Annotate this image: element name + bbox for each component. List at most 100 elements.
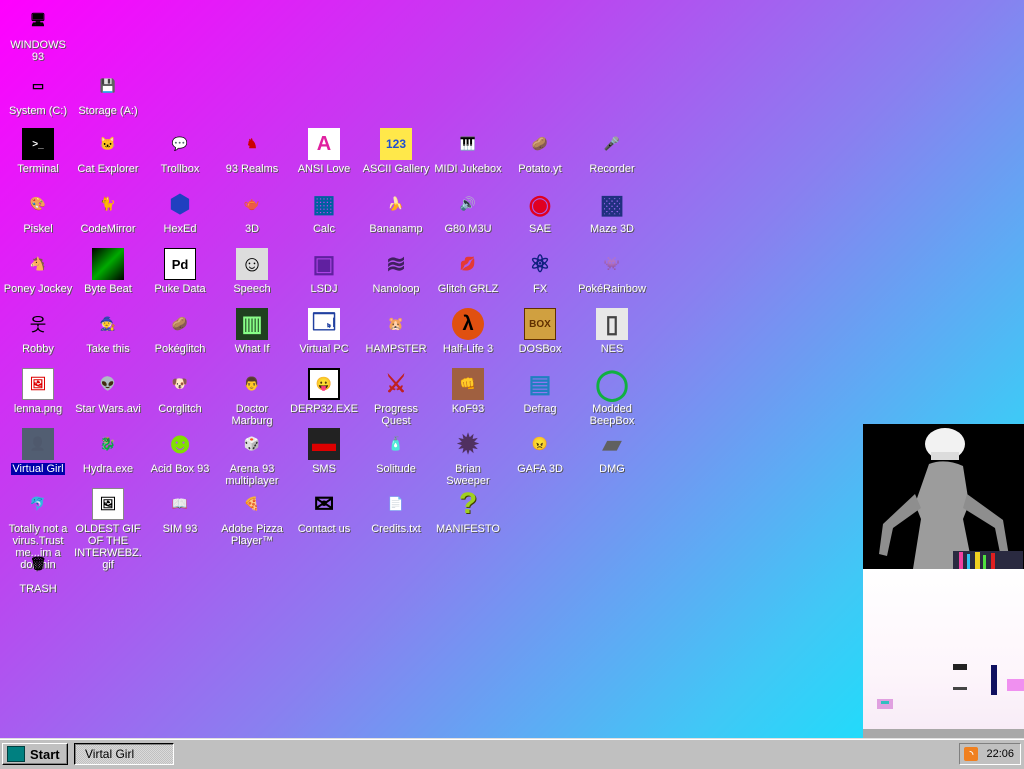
fx-icon-item[interactable]: ⚛ FX <box>504 248 576 296</box>
contact-us-icon-item[interactable]: ✉ Contact us <box>288 488 360 536</box>
oldest-gif-icon-item[interactable]: 🖼 OLDEST GIF OF THE INTERWEBZ.gif <box>72 488 144 571</box>
kof93-icon-item[interactable]: 👊 KoF93 <box>432 368 504 415</box>
icon-label: Take this <box>86 343 130 355</box>
derp32-exe-icon-item[interactable]: 😛 DERP32.EXE <box>288 368 360 415</box>
image-file-icon: 🖼 <box>22 368 54 400</box>
nanoloop-icon-item[interactable]: ≋ Nanoloop <box>360 248 432 296</box>
g80-m3u-icon-item[interactable]: 🔊 G80.M3U <box>432 188 504 235</box>
star-wars-avi-icon-item[interactable]: 👽 Star Wars.avi <box>72 368 144 415</box>
ansi-love-icon-item[interactable]: A ANSI Love <box>288 128 360 175</box>
windows93-icon-item[interactable]: 🖥 WINDOWS 93 <box>2 4 74 63</box>
codemirror-icon-item[interactable]: 🐈 CodeMirror <box>72 188 144 235</box>
icon-label: Cat Explorer <box>77 163 139 175</box>
brian-sweeper-icon-item[interactable]: ✹ Brian Sweeper <box>432 428 504 488</box>
recorder-icon-item[interactable]: 🎤 Recorder <box>576 128 648 175</box>
sim-93-icon-item[interactable]: 📖 SIM 93 <box>144 488 216 535</box>
icon-label: Potato.yt <box>518 163 562 175</box>
nes-icon-item[interactable]: ▯ NES <box>576 308 648 355</box>
half-life-3-icon-item[interactable]: λ Half-Life 3 <box>432 308 504 355</box>
hexed-icon-item[interactable]: ⬢ HexEd <box>144 188 216 236</box>
byte-beat-icon-item[interactable]: ▚ Byte Beat <box>72 248 144 295</box>
teapot-icon: 🫖 <box>243 196 261 211</box>
icon-label: Virtual Girl <box>11 463 65 475</box>
icon-label: Puke Data <box>154 283 206 295</box>
defrag-icon-item[interactable]: ▤ Defrag <box>504 368 576 416</box>
speech-icon-item[interactable]: ☺ Speech <box>216 248 288 295</box>
corgi-icon: 🐶 <box>171 376 189 391</box>
arena-93-icon-item[interactable]: 🎲 Arena 93 multiplayer <box>216 428 288 487</box>
take-this-icon-item[interactable]: 🧙 Take this <box>72 308 144 355</box>
virtual-girl-video-window[interactable] <box>863 424 1024 743</box>
lenna-png-icon-item[interactable]: 🖼 lenna.png <box>2 368 74 415</box>
ascii-gallery-icon-item[interactable]: 123 ASCII Gallery <box>360 128 432 175</box>
taskbar-window-button[interactable]: Virtal Girl <box>74 743 174 765</box>
sae-icon-item[interactable]: ◉ SAE <box>504 188 576 236</box>
icon-label: FX <box>532 283 548 295</box>
glitch-grlz-icon-item[interactable]: 💋 Glitch GRLZ <box>432 248 504 295</box>
solitude-icon-item[interactable]: 🧴 Solitude <box>360 428 432 475</box>
start-button[interactable]: Start <box>2 743 68 765</box>
3d-icon-item[interactable]: 🫖 3D <box>216 188 288 235</box>
ring-icon: ◯ <box>595 367 629 401</box>
poney-jockey-icon-item[interactable]: 🐴 Poney Jockey <box>2 248 74 295</box>
icon-label: Virtual PC <box>299 343 349 355</box>
virtual-pc-icon-item[interactable]: 🗔 Virtual PC <box>288 308 360 355</box>
yoda-icon: 👽 <box>99 376 117 391</box>
calc-icon-item[interactable]: ▦ Calc <box>288 188 360 236</box>
icon-label: DERP32.EXE <box>290 403 358 415</box>
pokerainbow-icon-item[interactable]: 👾 PokéRainbow <box>576 248 648 295</box>
piskel-icon-item[interactable]: 🎨 Piskel <box>2 188 74 235</box>
gameboy-icon: ▣ <box>312 250 336 278</box>
corglitch-icon-item[interactable]: 🐶 Corglitch <box>144 368 216 415</box>
dosbox-icon-item[interactable]: BOX DOSBox <box>504 308 576 355</box>
rss-icon[interactable]: ◝ <box>964 747 979 761</box>
terminal-icon-item[interactable]: >_ Terminal <box>2 128 74 175</box>
progress-quest-icon-item[interactable]: ⚔ Progress Quest <box>360 368 432 428</box>
window-icon: 🗔 <box>308 308 340 340</box>
hampster-icon-item[interactable]: 🐹 HAMPSTER <box>360 308 432 355</box>
banana-icon: 🍌 <box>387 196 405 211</box>
floppy-drive-icon: 💾 <box>99 78 117 93</box>
robby-icon-item[interactable]: 웃 Robby <box>2 308 74 355</box>
credits-txt-icon-item[interactable]: 📄 Credits.txt <box>360 488 432 535</box>
doctor-marburg-icon-item[interactable]: 👨 Doctor Marburg <box>216 368 288 427</box>
icon-label: Progress Quest <box>373 403 419 427</box>
defrag-blocks-icon: ▤ <box>528 370 552 398</box>
bananamp-icon-item[interactable]: 🍌 Bananamp <box>360 188 432 235</box>
system-c-icon-item[interactable]: ▭ System (C:) <box>2 70 74 117</box>
manifesto-icon-item[interactable]: ? MANIFESTO <box>432 487 504 535</box>
icon-label: WINDOWS 93 <box>10 39 66 63</box>
cat-explorer-icon-item[interactable]: 🐱 Cat Explorer <box>72 128 144 175</box>
hydra-exe-icon-item[interactable]: 🐉 Hydra.exe <box>72 428 144 475</box>
adobe-pizza-icon-item[interactable]: 🍕 Adobe Pizza Player™ <box>216 488 288 547</box>
icon-label: DMG <box>599 463 625 475</box>
start-label: Start <box>30 746 60 762</box>
gafa-3d-icon-item[interactable]: 😠 GAFA 3D <box>504 428 576 475</box>
cat-globe-icon: 🐱 <box>99 136 117 151</box>
midi-jukebox-icon-item[interactable]: 🎹 MIDI Jukebox <box>432 128 504 175</box>
icon-label: HexEd <box>163 223 197 235</box>
dosbox-crate-icon: BOX <box>524 308 556 340</box>
virtual-girl-icon-item[interactable]: 👤 Virtual Girl <box>2 428 74 475</box>
what-if-icon-item[interactable]: ▥ What If <box>216 308 288 355</box>
potato-icon: 🥔 <box>531 136 549 151</box>
puke-data-icon-item[interactable]: Pd Puke Data <box>144 248 216 295</box>
trollbox-icon-item[interactable]: 💬 Trollbox <box>144 128 216 175</box>
maze-3d-icon-item[interactable]: ▩ Maze 3D <box>576 188 648 236</box>
trash-icon-item[interactable]: 🗑 TRASH <box>2 548 74 595</box>
icon-label: CodeMirror <box>80 223 136 235</box>
icon-label: HAMPSTER <box>365 343 427 355</box>
pokeglitch-icon-item[interactable]: 🥔 Pokéglitch <box>144 308 216 355</box>
storage-a-icon-item[interactable]: 💾 Storage (A:) <box>72 70 144 117</box>
icon-label: Maze 3D <box>589 223 635 235</box>
console-icon: ▯ <box>596 308 628 340</box>
dmg-icon-item[interactable]: ▰ DMG <box>576 428 648 476</box>
video-frame-dark <box>863 424 1024 569</box>
sms-icon-item[interactable]: ▬ SMS <box>288 428 360 475</box>
potato-yt-icon-item[interactable]: 🥔 Potato.yt <box>504 128 576 175</box>
maze-icon: ▩ <box>599 188 625 219</box>
modded-beepbox-icon-item[interactable]: ◯ Modded BeepBox <box>576 367 648 428</box>
93-realms-icon-item[interactable]: ♞ 93 Realms <box>216 128 288 175</box>
acid-box-93-icon-item[interactable]: ☻ Acid Box 93 <box>144 427 216 475</box>
lsdj-icon-item[interactable]: ▣ LSDJ <box>288 248 360 296</box>
